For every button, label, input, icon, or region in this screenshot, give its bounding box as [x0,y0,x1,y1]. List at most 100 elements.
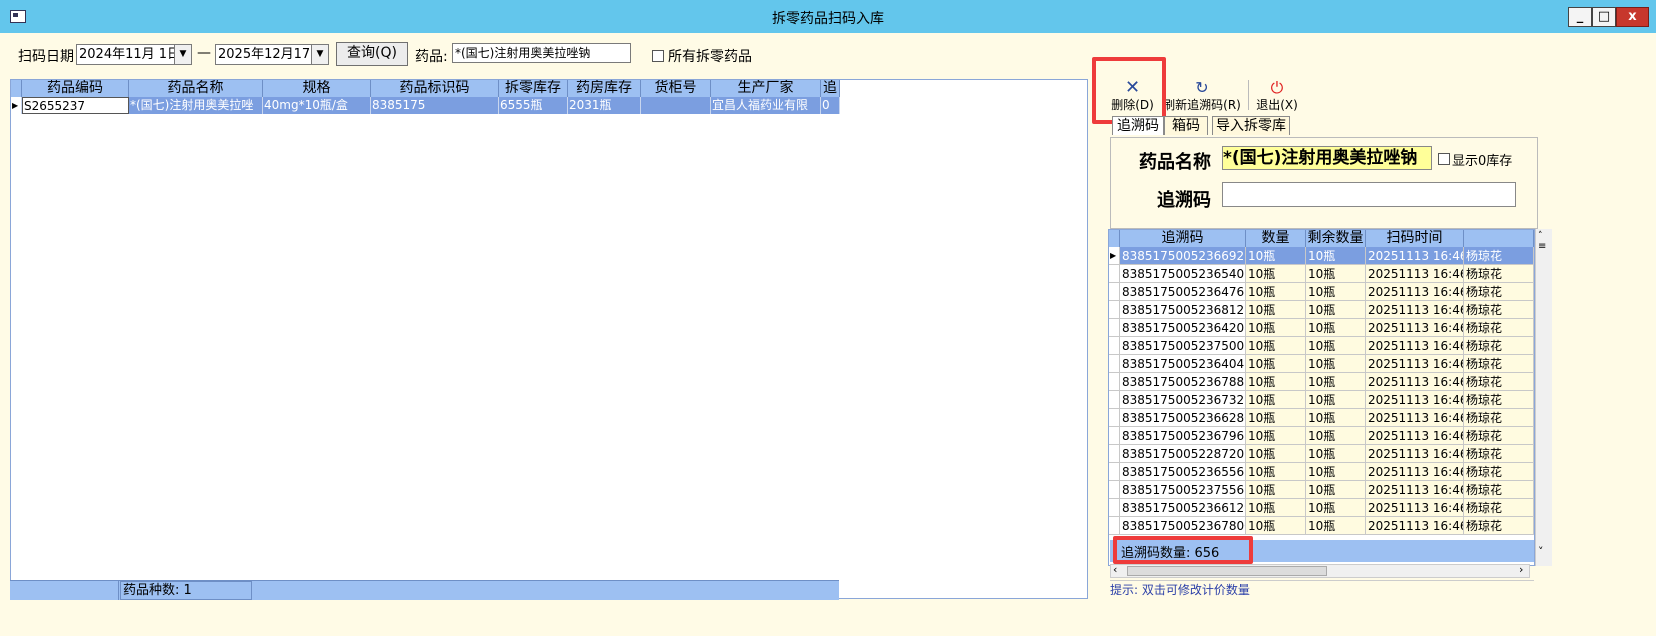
cell-remaining[interactable]: 10瓶 [1306,499,1366,517]
cell-quantity[interactable]: 10瓶 [1246,481,1306,499]
date-to-picker[interactable]: 2025年12月17日 ▼ [215,44,329,65]
cell-trace-code[interactable]: 83851750052366280 [1120,409,1246,427]
refresh-trace-button[interactable]: ↻ 刷新追溯码(R) [1162,80,1242,113]
cell-remaining[interactable]: 10瓶 [1306,337,1366,355]
col-cabinet[interactable]: 货柜号 [641,80,711,97]
cell-scan-time[interactable]: 20251113 16:46 [1366,481,1464,499]
cell-operator[interactable]: 杨琼花 [1464,517,1534,535]
cell-scan-time[interactable]: 20251113 16:46 [1366,463,1464,481]
col-drug-name[interactable]: 药品名称 [129,80,263,97]
cell-quantity[interactable]: 10瓶 [1246,337,1306,355]
cell-trace-code[interactable]: 83851750052287202 [1120,445,1246,463]
cell-operator[interactable]: 杨琼花 [1464,481,1534,499]
col-scan-time[interactable]: 扫码时间 [1366,230,1464,247]
col-split-stock[interactable]: 拆零库存 [499,80,568,97]
cell-operator[interactable]: 杨琼花 [1464,499,1534,517]
cell-quantity[interactable]: 10瓶 [1246,391,1306,409]
cell-trace-code[interactable]: 83851750052367800800 [1120,517,1246,535]
cell-trace-code[interactable]: 83851750052365405 [1120,265,1246,283]
cell-remaining[interactable]: 10瓶 [1306,283,1366,301]
cell-remaining[interactable]: 10瓶 [1306,481,1366,499]
minimize-button[interactable]: _ [1568,7,1592,27]
cell-remaining[interactable]: 10瓶 [1306,445,1366,463]
cell-scan-time[interactable]: 20251113 16:46 [1366,391,1464,409]
cell-remaining[interactable]: 10瓶 [1306,319,1366,337]
cell-scan-time[interactable]: 20251113 16:46 [1366,355,1464,373]
cell-trace-code[interactable]: 83851750052364761200 [1120,283,1246,301]
cell-quantity[interactable]: 10瓶 [1246,247,1306,265]
cell-operator[interactable]: 杨琼花 [1464,355,1534,373]
cell-quantity[interactable]: 10瓶 [1246,499,1306,517]
table-row[interactable]: 83851750052364041 10瓶 10瓶 20251113 16:46 杨琼花 [1109,355,1534,373]
col-drug-code[interactable]: 药品编码 [22,80,129,97]
table-row[interactable]: 83851750052368128 10瓶 10瓶 20251113 16:46 杨琼花 [1109,301,1534,319]
cell-scan-time[interactable]: 20251113 16:46 [1366,283,1464,301]
cell-remaining[interactable]: 10瓶 [1306,355,1366,373]
cell-trace-code[interactable]: 83851750052366925404 [1120,247,1246,265]
cell-scan-time[interactable]: 20251113 16:46 [1366,319,1464,337]
cell-trace-code[interactable]: 83851750052366129600 [1120,499,1246,517]
cell-remaining[interactable]: 10瓶 [1306,373,1366,391]
chevron-up-icon[interactable]: ˄ [1538,231,1543,241]
cell-trace-code[interactable]: 83851750052375562 [1120,481,1246,499]
horizontal-scrollbar[interactable]: ‹ › [1110,563,1530,578]
cell-operator[interactable]: 杨琼花 [1464,427,1534,445]
scroll-thumb[interactable] [1127,566,1327,576]
cell-operator[interactable]: 杨琼花 [1464,337,1534,355]
chevron-left-icon[interactable]: ‹ [1113,563,1117,576]
table-row[interactable]: 8385175005236556390010瓶10瓶20251113 16:46… [1109,463,1534,481]
cell-scan-time[interactable]: 20251113 16:46 [1366,517,1464,535]
query-button[interactable]: 查询(Q) [336,42,408,66]
cell-manufacturer[interactable]: 宜昌人福药业有限 [711,97,821,114]
tab-trace-code[interactable]: 追溯码 [1112,116,1164,135]
cell-trace-code[interactable]: 83851750052364208 [1120,319,1246,337]
cell-pharmacy-stock[interactable]: 2031瓶 [568,97,641,114]
cell-remaining[interactable]: 10瓶 [1306,265,1366,283]
vertical-scrollbar[interactable]: ˄ ≡ ˅ [1535,229,1552,566]
cell-trace-code[interactable]: 83851750052365563900 [1120,463,1246,481]
show-zero-checkbox[interactable] [1438,153,1450,165]
table-row[interactable]: 83851750052364208 10瓶 10瓶 20251113 16:46 杨琼花 [1109,319,1534,337]
chevron-right-icon[interactable]: › [1519,563,1523,576]
cell-operator[interactable]: 杨琼花 [1464,409,1534,427]
cell-remaining[interactable]: 10瓶 [1306,427,1366,445]
cell-remaining[interactable]: 10瓶 [1306,391,1366,409]
close-button[interactable]: x [1616,7,1649,27]
col-trace-code[interactable]: 追溯码 [1120,230,1246,247]
table-row[interactable]: ▶ S2655237 *(国七)注射用奥美拉唑 40mg*10瓶/盒 83851… [11,97,840,114]
cell-quantity[interactable]: 10瓶 [1246,463,1306,481]
cell-quantity[interactable]: 10瓶 [1246,301,1306,319]
col-quantity[interactable]: 数量 [1246,230,1306,247]
cell-operator[interactable]: 杨琼花 [1464,247,1534,265]
table-row[interactable]: 83851750052366280 10瓶 10瓶 20251113 16:46 杨琼花 [1109,409,1534,427]
cell-scan-time[interactable]: 20251113 16:46 [1366,427,1464,445]
cell-operator[interactable]: 杨琼花 [1464,301,1534,319]
cell-scan-time[interactable]: 20251113 16:46 [1366,499,1464,517]
cell-drug-id[interactable]: 8385175 [371,97,499,114]
cell-quantity[interactable]: 10瓶 [1246,319,1306,337]
table-row[interactable]: 83851750052287202 10瓶 10瓶 20251113 16:46 杨琼花 [1109,445,1534,463]
cell-quantity[interactable]: 10瓶 [1246,445,1306,463]
chevron-down-icon[interactable]: ▼ [311,45,328,64]
tab-import[interactable]: 导入拆零库 [1212,116,1290,135]
cell-scan-time[interactable]: 20251113 16:46 [1366,337,1464,355]
table-row[interactable]: 83851750052367881 10瓶 10瓶 20251113 16:46 杨琼花 [1109,373,1534,391]
cell-scan-time[interactable]: 20251113 16:46 [1366,247,1464,265]
col-manufacturer[interactable]: 生产厂家 [711,80,821,97]
cell-scan-time[interactable]: 20251113 16:46 [1366,409,1464,427]
cell-trace-code[interactable]: 83851750052367965 [1120,427,1246,445]
cell-operator[interactable]: 杨琼花 [1464,283,1534,301]
table-row[interactable]: 83851750052375562 10瓶 10瓶 20251113 16:46 杨琼花 [1109,481,1534,499]
cell-operator[interactable]: 杨琼花 [1464,319,1534,337]
cell-operator[interactable]: 杨琼花 [1464,391,1534,409]
col-pharmacy-stock[interactable]: 药房库存 [568,80,641,97]
cell-operator[interactable]: 杨琼花 [1464,463,1534,481]
cell-quantity[interactable]: 10瓶 [1246,355,1306,373]
cell-trace[interactable]: 0 [821,97,840,114]
table-row[interactable]: 8385175005236612960010瓶10瓶20251113 16:46… [1109,499,1534,517]
cell-trace-code[interactable]: 83851750052364041 [1120,355,1246,373]
cell-drug-name[interactable]: *(国七)注射用奥美拉唑 [129,97,263,114]
cell-operator[interactable]: 杨琼花 [1464,445,1534,463]
cell-remaining[interactable]: 10瓶 [1306,463,1366,481]
chevron-down-icon[interactable]: ˅ [1538,545,1544,558]
